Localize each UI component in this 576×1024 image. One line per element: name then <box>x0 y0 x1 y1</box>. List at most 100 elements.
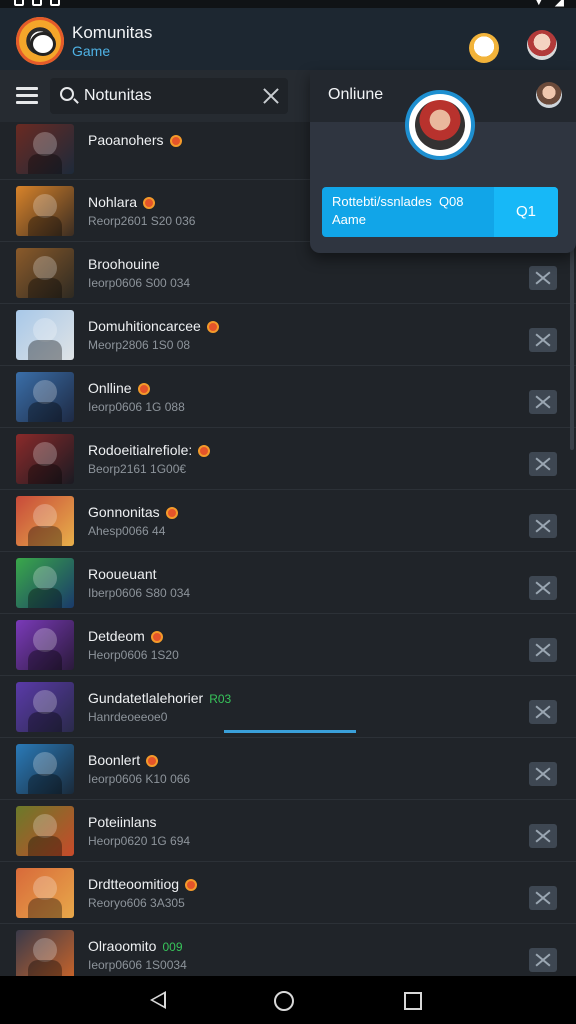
verified-badge-icon <box>150 631 163 644</box>
list-item-tag: R03 <box>209 692 232 706</box>
search-input[interactable] <box>84 86 254 106</box>
list-item-meta: Hanrdeoeeoe0 <box>88 710 168 724</box>
recents-icon[interactable] <box>404 992 422 1010</box>
back-icon[interactable] <box>150 991 166 1009</box>
list-item-meta: Meorp2806 1S0 08 <box>88 338 191 352</box>
online-title: Onliune <box>328 86 384 103</box>
verified-badge-icon <box>169 135 182 148</box>
notifications-avatar[interactable] <box>469 33 499 63</box>
list-item-name-text: Onlline <box>88 380 132 396</box>
notification-icon <box>50 0 60 6</box>
online-card-button[interactable]: Q1 <box>494 187 558 237</box>
list-item-name: Onlline <box>88 380 150 396</box>
list-item-meta: Ieorp0606 K10 066 <box>88 772 191 786</box>
list-item-name: Broohouine <box>88 256 160 272</box>
verified-badge-icon <box>143 197 156 210</box>
game-avatar <box>16 310 74 360</box>
remove-button[interactable] <box>529 452 557 476</box>
verified-badge-icon <box>185 879 198 892</box>
signal-icon: ◢ <box>554 0 564 8</box>
game-avatar <box>16 868 74 918</box>
remove-button[interactable] <box>529 638 557 662</box>
wifi-icon: ▼ <box>532 0 545 8</box>
game-avatar <box>16 124 74 174</box>
close-icon[interactable] <box>262 87 280 105</box>
list-item-name-text: Rooueuant <box>88 566 157 582</box>
game-avatar <box>16 372 74 422</box>
profile-avatar[interactable] <box>527 30 557 60</box>
game-avatar <box>16 620 74 670</box>
list-item[interactable]: Boonlert Ieorp0606 K10 066 <box>0 738 576 800</box>
list-item-name: Gundatetlalehorier R03 <box>88 690 231 706</box>
list-item-name: Drdtteoomitiog <box>88 876 198 892</box>
menu-icon[interactable] <box>16 87 38 105</box>
remove-button[interactable] <box>529 390 557 414</box>
list-item-name-text: Domuhitioncarcee <box>88 318 201 334</box>
app-subtitle: Game <box>72 43 111 59</box>
remove-button[interactable] <box>529 700 557 724</box>
remove-button[interactable] <box>529 514 557 538</box>
list-item[interactable]: Rodoeitialrefiole: Beorp2161 1G00€ <box>0 428 576 490</box>
list-item[interactable]: Olraoomito 009 Ieorp0606 1S0034 <box>0 924 576 976</box>
list-item-meta: Ieorp0606 S00 034 <box>88 276 191 290</box>
search-box <box>50 78 288 114</box>
list-item-tag: 009 <box>162 940 183 954</box>
notification-icons <box>14 0 60 6</box>
list-item-name: Nohlara <box>88 194 156 210</box>
game-avatar <box>16 186 74 236</box>
list-item[interactable]: Gundatetlalehorier R03 Hanrdeoeeoe0 <box>0 676 576 738</box>
list-item-meta: Heorp0620 1G 694 <box>88 834 191 848</box>
list-item-name: Detdeom <box>88 628 163 644</box>
list-item[interactable]: Rooueuant Iberp0606 S80 034 <box>0 552 576 614</box>
list-item-meta: Reorp2601 S20 036 <box>88 214 196 228</box>
status-bar: ▼ ◢ <box>0 0 576 8</box>
list-item-name: Gonnonitas <box>88 504 178 520</box>
online-user-avatar[interactable] <box>536 82 562 108</box>
list-item[interactable]: Gonnonitas Ahesp0066 44 <box>0 490 576 552</box>
verified-badge-icon <box>137 383 150 396</box>
game-avatar <box>16 744 74 794</box>
app-header: Komunitas Game <box>0 8 576 70</box>
game-avatar <box>16 496 74 546</box>
list-item-meta: Ahesp0066 44 <box>88 524 166 538</box>
list-item-name-text: Drdtteoomitiog <box>88 876 180 892</box>
loading-indicator <box>224 730 356 733</box>
list-item-name-text: Nohlara <box>88 194 138 210</box>
list-item-name-text: Rodoeitialrefiole: <box>88 442 193 458</box>
list-item-meta: Iberp0606 S80 034 <box>88 586 191 600</box>
notification-icon <box>14 0 24 6</box>
list-item-name-text: Poteiinlans <box>88 814 157 830</box>
online-card-text: Rottebti/ssnlades Q08 Aame <box>332 194 464 227</box>
remove-button[interactable] <box>529 328 557 352</box>
home-icon[interactable] <box>274 991 294 1011</box>
game-avatar <box>16 682 74 732</box>
system-icons: ▼ ◢ <box>533 0 564 8</box>
list-item[interactable]: Domuhitioncarcee Meorp2806 1S0 08 <box>0 304 576 366</box>
search-icon <box>60 87 74 101</box>
list-item[interactable]: Detdeom Heorp0606 1S20 <box>0 614 576 676</box>
remove-button[interactable] <box>529 824 557 848</box>
list-item-name: Domuhitioncarcee <box>88 318 219 334</box>
verified-badge-icon <box>146 755 159 768</box>
list-item-name: Paoanohers <box>88 132 182 148</box>
featured-profile-avatar[interactable] <box>405 90 475 160</box>
online-card[interactable]: Rottebti/ssnlades Q08 Aame Q1 <box>322 187 558 237</box>
list-item[interactable]: Poteiinlans Heorp0620 1G 694 <box>0 800 576 862</box>
app-title: Komunitas <box>72 23 153 42</box>
list-item-name: Poteiinlans <box>88 814 157 830</box>
remove-button[interactable] <box>529 576 557 600</box>
remove-button[interactable] <box>529 886 557 910</box>
list-item[interactable]: Drdtteoomitiog Reoryo606 3A305 <box>0 862 576 924</box>
list-item[interactable]: Onlline Ieorp0606 1G 088 <box>0 366 576 428</box>
navigation-bar <box>0 976 576 1024</box>
list-item-name: Boonlert <box>88 752 159 768</box>
remove-button[interactable] <box>529 266 557 290</box>
list-item-meta: Heorp0606 1S20 <box>88 648 179 662</box>
game-avatar <box>16 434 74 484</box>
game-avatar <box>16 558 74 608</box>
remove-button[interactable] <box>529 762 557 786</box>
remove-button[interactable] <box>529 948 557 972</box>
list-item-name-text: Broohouine <box>88 256 160 272</box>
list-item-name-text: Gundatetlalehorier <box>88 690 204 706</box>
list-item-meta: Ieorp0606 1S0034 <box>88 958 187 972</box>
